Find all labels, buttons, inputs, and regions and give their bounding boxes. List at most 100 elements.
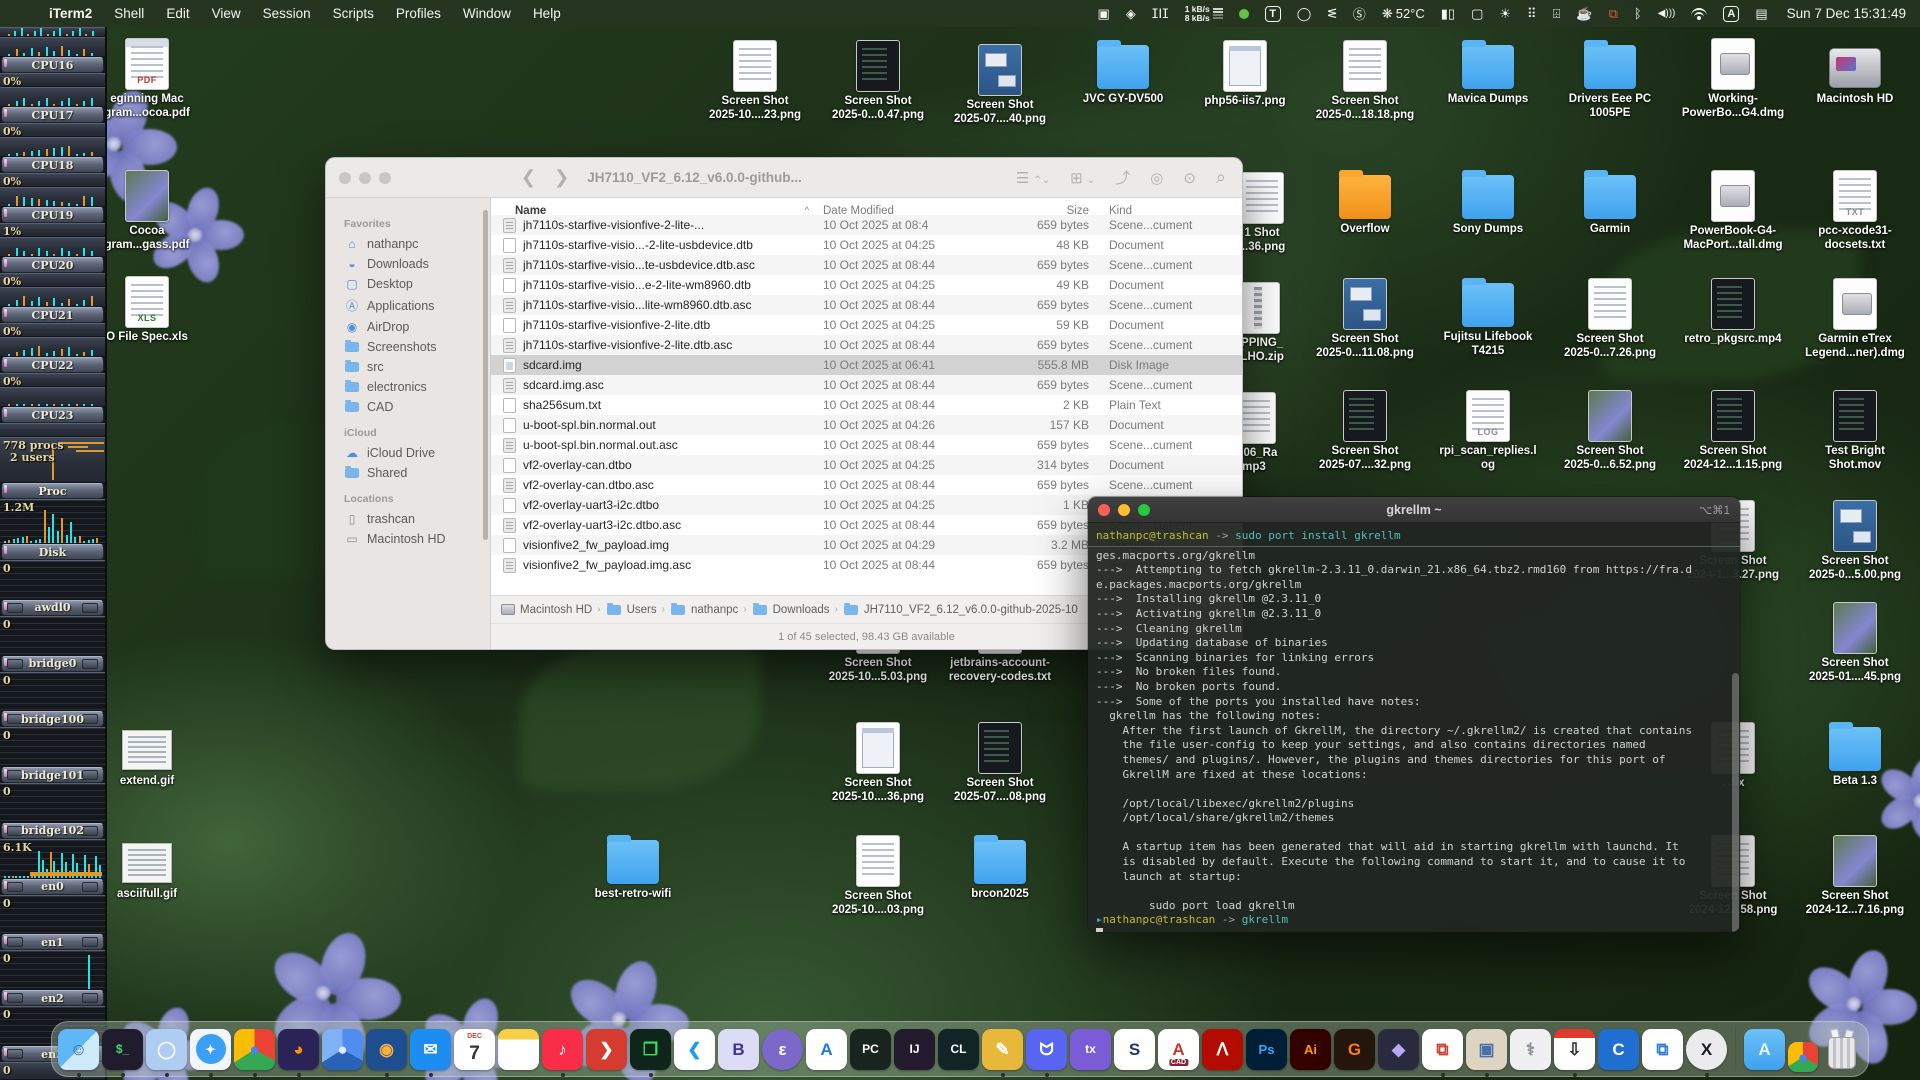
menubar-disk-stack-icon[interactable]: ▤ — [1748, 0, 1774, 27]
gkrellm-net-label-bridge0[interactable]: bridge0 — [1, 656, 104, 672]
terminal-titlebar[interactable]: gkrellm ~ ⌥⌘1 — [1088, 497, 1740, 523]
desktop-icon[interactable]: Screen Shot2025-10....23.png — [695, 40, 815, 122]
table-row[interactable]: jh7110s-starfive-visionfive-2-lite-... 1… — [491, 215, 1242, 235]
terminal-scrollbar[interactable] — [1732, 673, 1739, 933]
desktop-icon[interactable]: Garmin eTrexLegend...ner).dmg — [1795, 278, 1915, 360]
desktop-icon[interactable]: Screen Shot2025-10....36.png — [818, 722, 938, 804]
dock-item-chrome-beta[interactable]: ● — [322, 1029, 363, 1070]
desktop-icon[interactable]: Macintosh HD — [1795, 38, 1915, 107]
apple-menu-icon[interactable] — [14, 0, 38, 27]
back-button[interactable]: ❮ — [521, 167, 536, 188]
dock-item-moom[interactable]: ⧉ — [1642, 1029, 1683, 1070]
dock-item-clion[interactable]: CL — [938, 1029, 979, 1070]
menu-edit[interactable]: Edit — [155, 0, 200, 27]
minimize-button[interactable] — [359, 172, 371, 184]
menubar-rounded-rect-icon[interactable]: ▢ — [1464, 0, 1490, 27]
dock-item-safari[interactable]: ✦ — [190, 1029, 231, 1070]
dock-item-orion-browser[interactable]: ◯ — [146, 1029, 187, 1070]
table-row[interactable]: u-boot-spl.bin.normal.out.asc 10 Oct 202… — [491, 435, 1242, 455]
gkrellm-cpu-label[interactable]: CPU16 — [1, 57, 104, 73]
desktop-icon[interactable]: Screen Shot2025-10....03.png — [818, 835, 938, 917]
desktop-icon[interactable]: Screen Shot2025-0...7.26.png — [1550, 278, 1670, 360]
gkrellm-net-label-bridge101[interactable]: bridge101 — [1, 767, 104, 783]
sidebar-item-screenshots[interactable]: Screenshots — [336, 337, 482, 357]
gkrellm-net-label-en2[interactable]: en2 — [1, 990, 104, 1006]
gkrellm-cpu-label[interactable]: CPU18 — [1, 157, 104, 173]
desktop-icon[interactable]: JVC GY-DV500 — [1063, 38, 1183, 107]
menubar-keyboard-input-icon[interactable]: A — [1716, 0, 1746, 27]
desktop-icon[interactable]: Beta 1.3 — [1795, 720, 1915, 789]
dock-item-applications-folder[interactable]: A — [1744, 1029, 1785, 1070]
dock-item-iterm2[interactable]: $_ — [102, 1029, 143, 1070]
menubar-fan-icon[interactable]: ❋52°C — [1375, 0, 1432, 27]
table-row[interactable]: jh7110s-starfive-visio...-2-lite-usbdevi… — [491, 235, 1242, 255]
dock-item-autocad[interactable]: ACAD — [1158, 1029, 1199, 1070]
desktop-icon[interactable]: Working-PowerBo...G4.dmg — [1673, 38, 1793, 120]
desktop-icon[interactable]: TXTpcc-xcode31-docsets.txt — [1795, 170, 1915, 252]
gkrellm-net-label-en1[interactable]: en1 — [1, 934, 104, 950]
dock-item-pycharm[interactable]: PC — [850, 1029, 891, 1070]
search-icon[interactable]: ⌕ — [1216, 167, 1226, 188]
sidebar-item-desktop[interactable]: ▢Desktop — [336, 274, 482, 294]
desktop-icon[interactable]: Screen Shot2025-0...0.47.png — [818, 40, 938, 122]
dock-item-overlap-squares-app[interactable]: ⧉ — [1422, 1029, 1463, 1070]
sidebar-item-cad[interactable]: CAD — [336, 397, 482, 417]
menubar-coin-icon[interactable]: Ⓢ — [1346, 0, 1373, 27]
dock-item-chrome[interactable]: ● — [234, 1029, 275, 1070]
table-row[interactable]: jh7110s-starfive-visionfive-2-lite.dtb 1… — [491, 315, 1242, 335]
desktop-icon[interactable]: best-retro-wifi — [573, 833, 693, 902]
breadcrumb-item[interactable]: nathanpc — [670, 604, 738, 616]
menubar-clock[interactable]: Sun 7 Dec 15:31:49 — [1777, 6, 1910, 21]
menubar-status-dot[interactable] — [1232, 0, 1256, 27]
desktop-icon[interactable]: Screen Shot2025-0...11.08.png — [1305, 278, 1425, 360]
menubar-battery-icon[interactable]: ▮▯ — [1434, 0, 1462, 27]
grid-view-icon[interactable]: ⊞ ⌄ — [1070, 169, 1095, 187]
sidebar-item-shared[interactable]: Shared — [336, 463, 482, 483]
iterm-window[interactable]: gkrellm ~ ⌥⌘1 nathanpc@trashcan -> sudo … — [1087, 496, 1741, 933]
dock-item-finder[interactable]: ☺ — [58, 1029, 99, 1070]
menubar-overlap-squares-icon[interactable]: ⧉ — [1602, 0, 1625, 27]
dock-item-red-chevron-app[interactable]: ❯ — [586, 1029, 627, 1070]
list-sort-icon[interactable]: ☰ ⌃⌄ — [1016, 169, 1050, 187]
dock-item-firefox[interactable]: ◕ — [278, 1029, 319, 1070]
desktop-icon[interactable]: Screen Shot2025-0...5.00.png — [1795, 500, 1915, 582]
dock-item-intellij-idea[interactable]: IJ — [894, 1029, 935, 1070]
desktop-icon[interactable]: Overflow — [1305, 168, 1425, 237]
menu-iterm2[interactable]: iTerm2 — [38, 0, 103, 27]
desktop-icon[interactable]: php56-iis7.png — [1185, 40, 1305, 109]
dock-item-acrobat-reader[interactable]: ꓥ — [1202, 1029, 1243, 1070]
menu-window[interactable]: Window — [452, 0, 522, 27]
desktop-icon[interactable]: retro_pkgsrc.mp4 — [1673, 278, 1793, 347]
more-options-icon[interactable]: ⊙ — [1183, 169, 1196, 187]
menubar-t-app-icon[interactable]: T — [1258, 0, 1288, 27]
table-row[interactable]: jh7110s-starfive-visio...e-2-lite-wm8960… — [491, 275, 1242, 295]
dock-item-vscode[interactable]: ❮ — [674, 1029, 715, 1070]
gkrellm-cpu-label[interactable]: CPU23 — [1, 407, 104, 423]
breadcrumb-item[interactable]: JH7110_VF2_6.12_v6.0.0-github-2025-10 — [843, 604, 1078, 616]
menubar-brightness-icon[interactable]: ☀ — [1492, 0, 1518, 27]
gkrellm-cpu-label[interactable]: CPU20 — [1, 257, 104, 273]
menubar-teacup-icon[interactable]: ☕ — [1569, 0, 1599, 27]
minimize-button[interactable] — [1118, 504, 1130, 516]
table-row[interactable]: jh7110s-starfive-visio...lite-wm8960.dtb… — [491, 295, 1242, 315]
dock-item-discord[interactable]: ᗢ — [1026, 1029, 1067, 1070]
menu-help[interactable]: Help — [522, 0, 572, 27]
dock-item-installer-app[interactable]: ⇩ — [1554, 1029, 1595, 1070]
dock-item-classic-mac-emulator[interactable]: ▣ — [1466, 1029, 1507, 1070]
menubar-network-speed[interactable]: 1 kB/s8 kB/s — [1178, 0, 1230, 27]
desktop-icon[interactable]: Drivers Eee PC1005PE — [1550, 38, 1670, 120]
dock-item-texts-app[interactable]: tx — [1070, 1029, 1111, 1070]
dock-item-stethoscope-app[interactable]: ⚕ — [1510, 1029, 1551, 1070]
dock-item-music[interactable]: ♪ — [542, 1029, 583, 1070]
desktop-icon[interactable]: Screen Shot2025-07....08.png — [940, 722, 1060, 804]
sidebar-item-applications[interactable]: ⒶApplications — [336, 294, 482, 317]
sidebar-scrollbar[interactable] — [483, 210, 488, 540]
terminal-window-controls[interactable] — [1098, 504, 1150, 516]
dock-item-gimp[interactable]: G — [1334, 1029, 1375, 1070]
table-row[interactable]: u-boot-spl.bin.normal.out 10 Oct 2025 at… — [491, 415, 1242, 435]
sidebar-item-downloads[interactable]: ◒Downloads — [336, 254, 482, 274]
sidebar-item-nathanpc[interactable]: ⌂nathanpc — [336, 234, 482, 254]
dock-item-emacs[interactable]: ε — [762, 1029, 803, 1070]
gkrellm-cpu-label[interactable]: CPU19 — [1, 207, 104, 223]
menubar-wifi-icon[interactable] — [1684, 0, 1714, 27]
